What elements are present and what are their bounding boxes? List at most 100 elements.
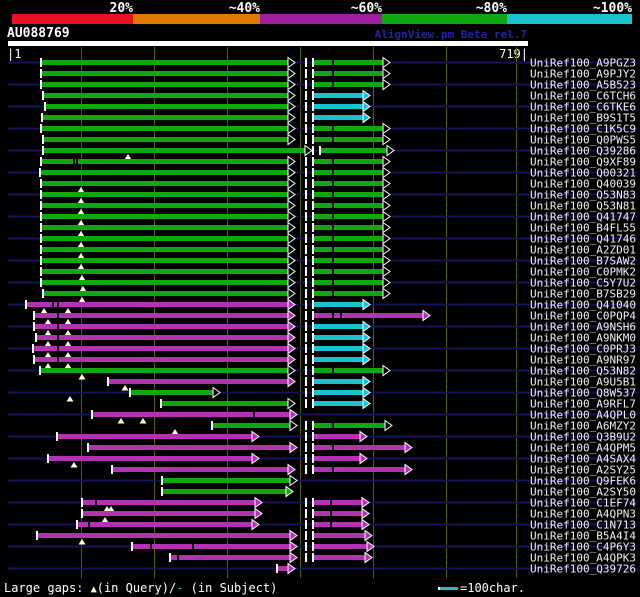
segment-start-tick bbox=[56, 432, 58, 441]
filled-arrowhead-icon bbox=[366, 540, 375, 553]
subject-label: UniRef100_Q39726 bbox=[530, 563, 636, 576]
gap-end-tick bbox=[305, 278, 307, 287]
filled-arrowhead-icon bbox=[362, 353, 371, 366]
subject-gap-tick bbox=[332, 247, 334, 252]
hollow-arrowhead-icon bbox=[382, 166, 391, 179]
hsp-bar bbox=[161, 401, 288, 406]
gap-legend-subject: (in Subject) bbox=[183, 581, 278, 595]
gap-end-tick bbox=[305, 366, 307, 375]
segment-start-tick bbox=[312, 289, 314, 298]
segment-start-tick bbox=[312, 553, 314, 562]
filled-arrowhead-icon bbox=[289, 441, 298, 454]
hollow-arrowhead-icon bbox=[287, 56, 296, 69]
query-gap-triangle-icon bbox=[44, 352, 52, 358]
hsp-bar bbox=[313, 60, 383, 65]
segment-start-tick bbox=[312, 124, 314, 133]
segment-start-tick bbox=[129, 388, 131, 397]
filled-arrowhead-icon bbox=[254, 507, 263, 520]
segment-start-tick bbox=[312, 377, 314, 386]
subject-gap-tick bbox=[332, 368, 334, 373]
segment-start-tick bbox=[42, 289, 44, 298]
segment-start-tick bbox=[40, 234, 42, 243]
hollow-arrowhead-icon bbox=[382, 133, 391, 146]
segment-start-tick bbox=[312, 388, 314, 397]
gap-end-tick bbox=[305, 421, 307, 430]
segment-start-tick bbox=[25, 300, 27, 309]
hsp-bar bbox=[313, 214, 383, 219]
query-gap-triangle-icon bbox=[44, 363, 52, 369]
hsp-bar bbox=[108, 379, 288, 384]
gap-end-tick bbox=[305, 509, 307, 518]
hollow-arrowhead-icon bbox=[287, 210, 296, 223]
hsp-bar bbox=[34, 357, 288, 362]
filled-arrowhead-icon bbox=[287, 562, 296, 575]
query-gap-triangle-icon bbox=[77, 231, 85, 237]
hollow-arrowhead-icon bbox=[287, 78, 296, 91]
subject-gap-tick bbox=[57, 324, 59, 329]
query-gap-triangle-icon bbox=[64, 319, 72, 325]
gap-end-tick bbox=[305, 311, 307, 320]
hsp-bar bbox=[313, 203, 383, 208]
segment-start-tick bbox=[39, 168, 41, 177]
filled-arrowhead-icon bbox=[287, 375, 296, 388]
segment-start-tick bbox=[81, 498, 83, 507]
filled-arrowhead-icon bbox=[362, 298, 371, 311]
hollow-arrowhead-icon bbox=[382, 232, 391, 245]
hsp-bar bbox=[45, 104, 288, 109]
query-gap-triangle-icon bbox=[77, 209, 85, 215]
filled-arrowhead-icon bbox=[289, 540, 298, 553]
hsp-bar bbox=[41, 247, 288, 252]
hsp-bar bbox=[313, 511, 362, 516]
filled-arrowhead-icon bbox=[362, 100, 371, 113]
hollow-arrowhead-icon bbox=[287, 111, 296, 124]
filled-arrowhead-icon bbox=[362, 111, 371, 124]
filled-arrowhead-icon bbox=[364, 551, 373, 564]
subject-gap-tick bbox=[332, 269, 334, 274]
filled-arrowhead-icon bbox=[361, 496, 370, 509]
hollow-arrowhead-icon bbox=[287, 166, 296, 179]
gap-legend-prefix: Large gaps: bbox=[4, 581, 91, 595]
query-gap-triangle-icon bbox=[79, 286, 87, 292]
segment-start-tick bbox=[47, 454, 49, 463]
hsp-bar bbox=[313, 434, 360, 439]
hollow-arrowhead-icon bbox=[287, 122, 296, 135]
hsp-bar bbox=[313, 324, 363, 329]
gap-end-tick bbox=[305, 465, 307, 474]
segment-start-tick bbox=[91, 410, 93, 419]
hollow-arrowhead-icon bbox=[287, 133, 296, 146]
filled-arrowhead-icon bbox=[404, 463, 413, 476]
hsp-bar bbox=[162, 478, 290, 483]
segment-start-tick bbox=[33, 355, 35, 364]
hollow-arrowhead-icon bbox=[382, 276, 391, 289]
subject-gap-tick bbox=[332, 467, 334, 472]
segment-start-tick bbox=[40, 245, 42, 254]
segment-start-tick bbox=[76, 520, 78, 529]
hollow-arrowhead-icon bbox=[382, 199, 391, 212]
filled-arrowhead-icon bbox=[361, 518, 370, 531]
segment-start-tick bbox=[312, 333, 314, 342]
filled-arrowhead-icon bbox=[362, 89, 371, 102]
segment-start-tick bbox=[312, 179, 314, 188]
hsp-bar bbox=[132, 544, 290, 549]
hsp-bar bbox=[313, 357, 363, 362]
segment-start-tick bbox=[40, 212, 42, 221]
char-scale-legend: =100char. bbox=[438, 581, 525, 595]
hsp-bar bbox=[313, 379, 363, 384]
query-gap-triangle-icon bbox=[64, 363, 72, 369]
hollow-arrowhead-icon bbox=[289, 474, 298, 487]
segment-start-tick bbox=[312, 245, 314, 254]
hsp-bar bbox=[313, 346, 363, 351]
hollow-arrowhead-icon bbox=[287, 67, 296, 80]
hsp-bar bbox=[313, 236, 383, 241]
hsp-bar bbox=[34, 324, 288, 329]
filled-arrowhead-icon bbox=[362, 386, 371, 399]
segment-start-tick bbox=[312, 157, 314, 166]
query-gap-triangle-icon bbox=[64, 308, 72, 314]
subject-gap-tick bbox=[330, 511, 332, 516]
gap-end-tick bbox=[305, 542, 307, 551]
segment-start-tick bbox=[33, 311, 35, 320]
subject-gap-tick bbox=[332, 423, 334, 428]
gap-end-tick bbox=[305, 135, 307, 144]
segment-start-tick bbox=[312, 168, 314, 177]
query-gap-triangle-icon bbox=[77, 264, 85, 270]
